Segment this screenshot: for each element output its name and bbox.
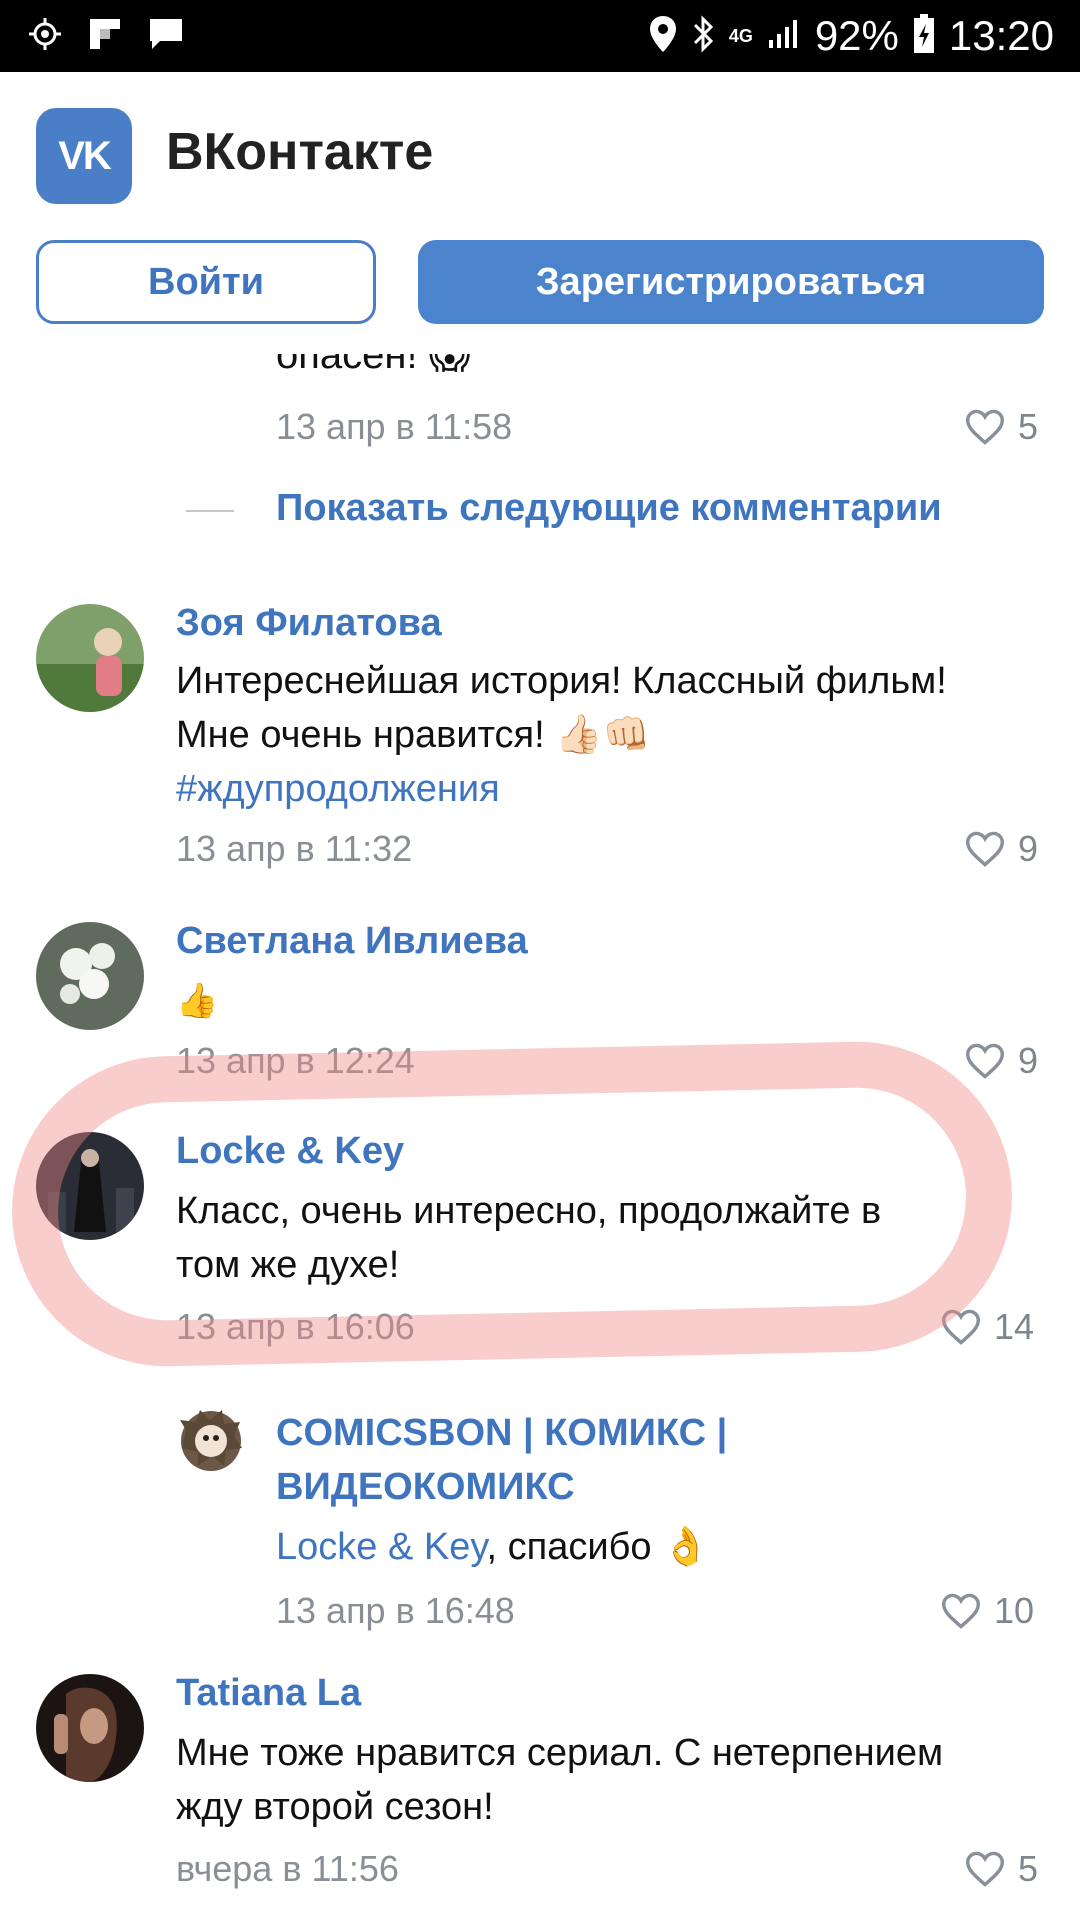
comment-text-line: Мне тоже нравится сериал. С нетерпением (176, 1732, 944, 1774)
like-button[interactable]: 5 (964, 1848, 1038, 1890)
reply-mention-link[interactable]: Locke & Key (276, 1526, 487, 1568)
comment-author[interactable]: COMICSBON | КОМИКС | ВИДЕОКОМИКС (276, 1406, 727, 1514)
battery-percent: 92% (814, 12, 899, 59)
heart-icon (965, 1851, 1005, 1887)
login-button[interactable]: Войти (36, 240, 376, 324)
comment-author[interactable]: Зоя Филатова (176, 602, 442, 645)
comment-date: 13 апр в 16:48 (276, 1590, 515, 1631)
comment-text: опасен! 😱 (276, 354, 471, 377)
location-icon (649, 15, 677, 58)
like-count: 5 (1018, 406, 1039, 447)
comment-text: 👍 (176, 982, 219, 1020)
like-count: 5 (1018, 1848, 1039, 1889)
comment-date: 13 апр в 11:58 (276, 406, 513, 447)
register-button[interactable]: Зарегистрироваться (418, 240, 1044, 324)
comment-text: Locke & Key, спасибо 👌 (276, 1520, 709, 1574)
comment-text-line: Интереснейшая история! Классный фильм! (176, 660, 947, 702)
comment-date: вчера в 11:56 (176, 1848, 399, 1889)
hashtag-link[interactable]: #ждупродолжения (176, 762, 947, 816)
like-count: 10 (994, 1590, 1035, 1631)
app-header: VK ВКонтакте Войти Зарегистрироваться (0, 72, 1080, 354)
avatar[interactable] (36, 1674, 144, 1782)
comment-text-body: , спасибо 👌 (486, 1526, 710, 1568)
thread-divider (186, 510, 234, 512)
like-count: 14 (994, 1306, 1035, 1347)
comment-text: Мне тоже нравится сериал. С нетерпением … (176, 1726, 943, 1834)
like-count: 9 (1018, 1040, 1039, 1081)
battery-icon (913, 13, 935, 59)
like-button[interactable]: 9 (964, 828, 1038, 870)
signal-icon (767, 18, 801, 55)
status-bar: 4G 92% 13:20 (0, 0, 1080, 72)
comment-author[interactable]: Tatiana La (176, 1672, 361, 1715)
clock: 13:20 (948, 12, 1054, 59)
like-button[interactable]: 5 (964, 406, 1038, 448)
author-name-line: ВИДЕОКОМИКС (276, 1466, 575, 1508)
like-button[interactable]: 9 (964, 1040, 1038, 1082)
comment-text-line: Мне очень нравится! 👍🏻👊🏻 (176, 714, 650, 756)
comment-text: Интереснейшая история! Классный фильм! М… (176, 654, 947, 816)
comments-feed[interactable]: опасен! 😱 13 апр в 11:58 5 Показать след… (0, 354, 1080, 1920)
highlight-annotation (8, 1038, 1016, 1370)
comment-author[interactable]: Светлана Ивлиева (176, 920, 528, 963)
avatar[interactable] (36, 604, 144, 712)
network-type: 4G (728, 26, 753, 46)
message-icon (148, 17, 184, 56)
app-title: ВКонтакте (166, 123, 434, 181)
heart-icon (965, 831, 1005, 867)
like-button[interactable]: 10 (940, 1590, 1034, 1632)
heart-icon (941, 1593, 981, 1629)
vk-logo-icon: VK (36, 108, 132, 204)
avatar[interactable] (36, 922, 144, 1030)
heart-icon (965, 409, 1005, 445)
heart-icon (965, 1043, 1005, 1079)
like-count: 9 (1018, 828, 1039, 869)
comment-date: 13 апр в 11:32 (176, 828, 413, 869)
flipboard-icon (88, 17, 122, 56)
show-more-comments-link[interactable]: Показать следующие комментарии (276, 487, 942, 530)
comment-text-line: жду второй сезон! (176, 1786, 494, 1828)
author-name-line: COMICSBON | КОМИКС | (276, 1412, 728, 1454)
target-icon (28, 17, 62, 56)
bluetooth-icon (691, 14, 715, 58)
avatar[interactable] (178, 1408, 244, 1474)
